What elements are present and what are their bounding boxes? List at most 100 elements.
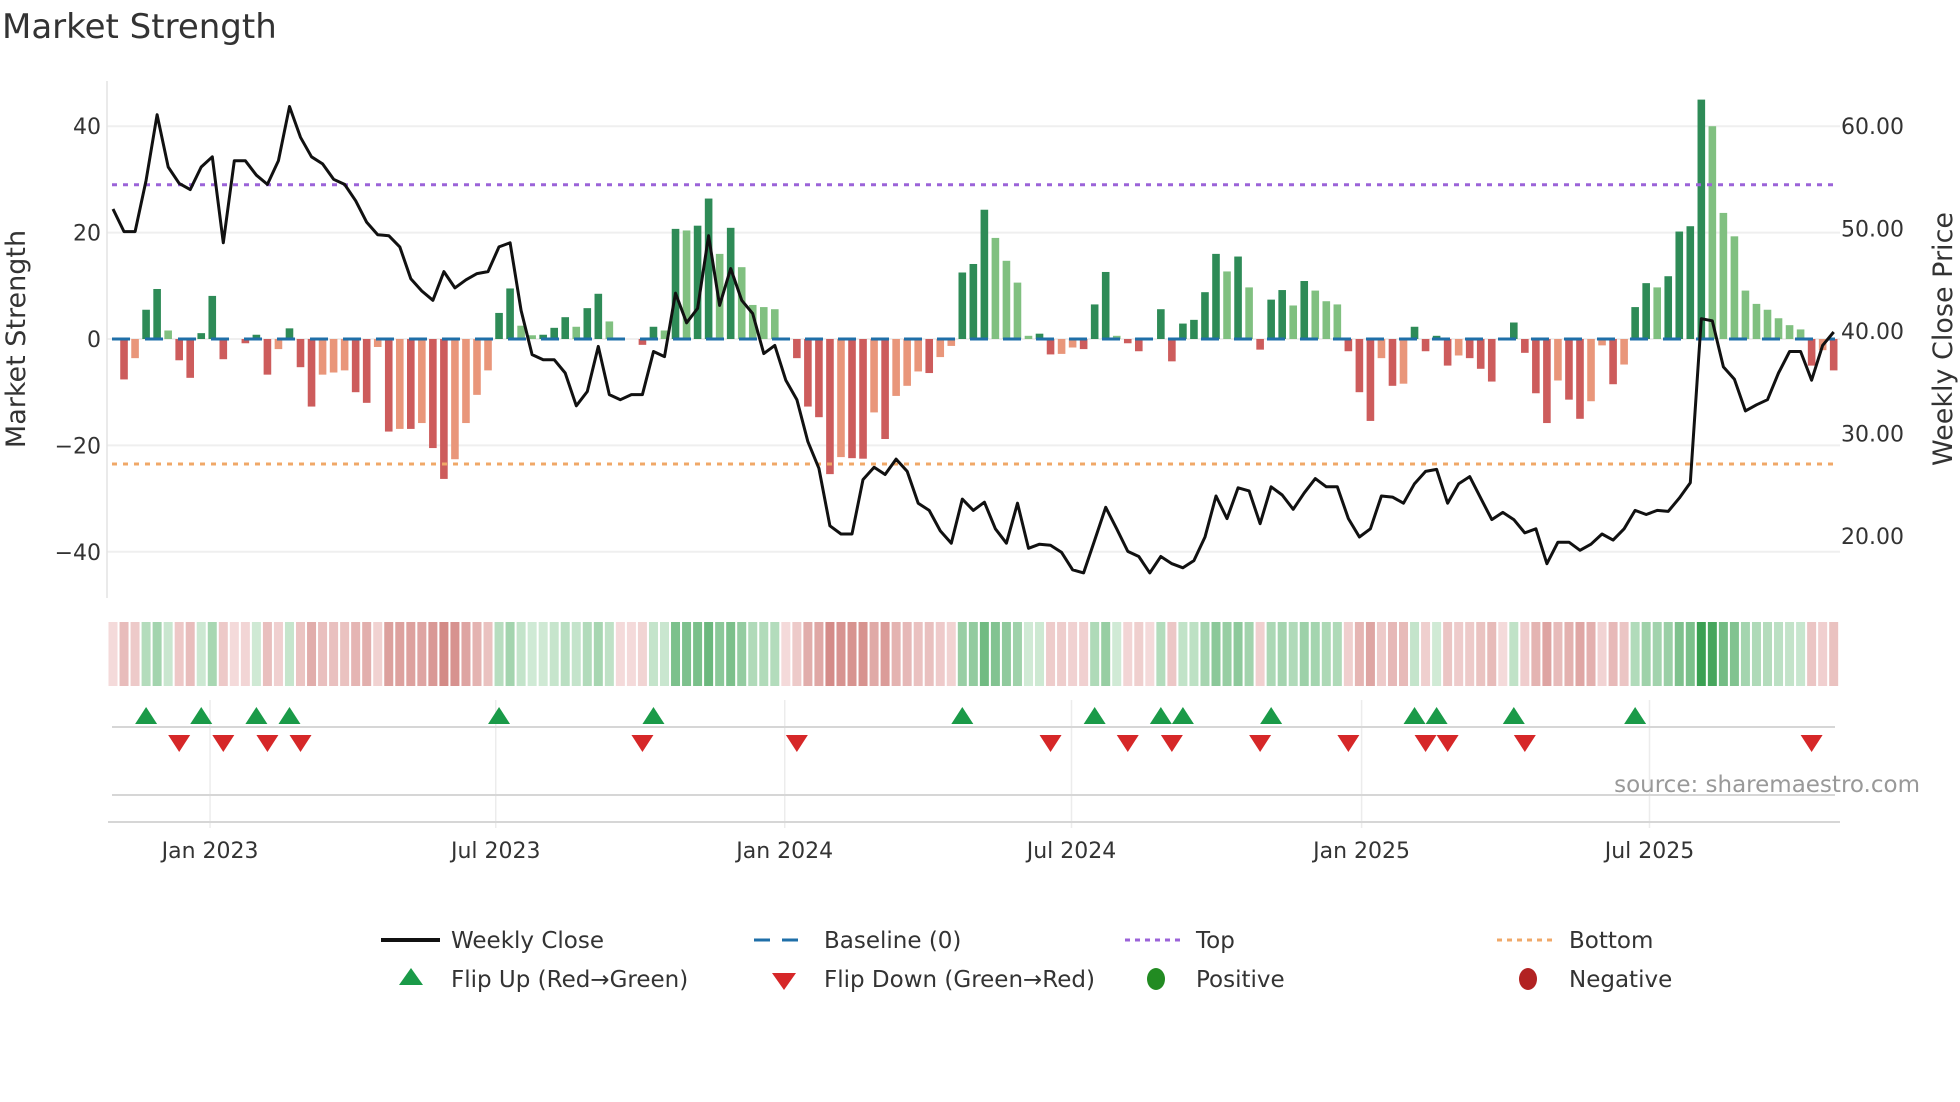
heatmap-cell [582,622,592,686]
strength-bar [506,288,514,339]
heatmap-cell [660,622,669,686]
flip-up-marker [1425,707,1448,724]
heatmap-cell [1365,622,1375,686]
strength-bar [1620,339,1628,365]
heatmap-cell [1057,622,1067,686]
flip-down-marker [1436,735,1459,752]
flip-down-marker [1337,735,1360,752]
y-tick-label: 20 [73,222,101,247]
x-tick-label: Jul 2024 [1025,839,1117,864]
heatmap-cell [693,622,703,686]
strength-bar [329,339,338,373]
flip-up-marker [190,707,213,724]
strength-bar [892,339,900,396]
strength-bar [561,317,570,339]
strength-bar [362,339,371,403]
y2-tick-label: 60.00 [1841,115,1904,140]
heatmap-cell [1023,622,1033,686]
strength-bar [859,339,867,459]
flip-up-marker [1149,707,1172,724]
heatmap-cell [1796,622,1806,686]
x-tick-label: Jan 2023 [160,839,259,864]
y-axis-label: Market Strength [1,230,32,448]
heatmap-cell [671,622,681,686]
heatmap-cell [505,622,515,686]
strength-bar [219,339,228,360]
strength-bar [881,339,889,440]
strength-bar [1609,339,1617,385]
strength-bar [550,327,558,339]
strength-bar [1311,290,1320,339]
gridlines [107,125,1840,828]
heatmap-cell [1399,622,1409,686]
strength-bar [1245,287,1253,339]
heatmap-cell [450,622,460,686]
legend-baseline: Baseline (0) [824,928,961,954]
heatmap-cell [1421,622,1431,686]
heatmap-cell [902,622,912,686]
heatmap-cell [604,622,614,686]
heatmap-cell [1707,622,1717,686]
heatmap-cell [1487,622,1497,686]
heatmap-cell [891,622,901,686]
strength-bar [1454,339,1463,356]
flip-down-marker [1800,735,1823,752]
heatmap-cell [439,622,449,686]
strength-bar [1256,339,1264,350]
legend-flip-down: Flip Down (Green→Red) [824,967,1095,993]
heatmap-cell [825,622,835,686]
strength-bar [462,339,470,424]
heatmap-cell [1608,622,1618,686]
heatmap-cell [1575,622,1585,686]
chart-title: Market Strength [2,7,277,47]
heatmap-cell [395,622,405,686]
strength-bar [815,339,823,418]
strength-bar [1510,322,1518,339]
strength-bar [1476,339,1485,369]
heatmap-cell [406,622,416,686]
strength-bar [1157,309,1165,339]
heatmap-cell [1685,622,1695,686]
strength-bar [594,293,603,339]
heatmap-cell [1200,622,1210,686]
strength-bar [517,325,525,339]
flip-down-marker [785,735,808,752]
flip-down-marker [1039,735,1062,752]
heatmap-cell [615,622,625,686]
strength-bar [1388,339,1397,386]
heatmap-cell [726,622,736,686]
heatmap-cell [869,622,879,686]
strength-bars [120,99,1838,479]
strength-bar [473,339,481,395]
strength-bar [1708,126,1717,339]
flip-up-marker [1624,707,1647,724]
strength-bar [1134,339,1143,352]
strength-bar [1024,335,1033,339]
strength-bar [495,312,503,339]
x-tick-label: Jul 2023 [449,839,541,864]
strength-bar [1686,226,1695,339]
strength-bar [804,339,812,407]
strength-bar [1168,339,1176,362]
heatmap-cell [880,622,890,686]
heatmap-cell [351,622,361,686]
strength-bar [1465,339,1474,359]
strength-bar [925,339,934,374]
heatmap-cell [1829,622,1839,686]
strength-bar [1002,260,1011,339]
heatmap-cell [1729,622,1739,686]
heatmap-cell [682,622,692,686]
heatmap-cell [538,622,548,686]
flip-down-marker [631,735,654,752]
heatmap-cell [648,622,658,686]
strength-bar [1278,290,1286,339]
strength-bar [914,339,922,372]
heatmap-cell [626,622,636,686]
heatmap-cell [1531,622,1541,686]
flip-down-marker [1249,735,1272,752]
strength-bar [296,339,305,368]
strength-bar [1101,271,1110,339]
y2-tick-label: 50.00 [1841,218,1904,243]
strength-bar [1421,339,1430,352]
strength-bar [1234,256,1242,339]
